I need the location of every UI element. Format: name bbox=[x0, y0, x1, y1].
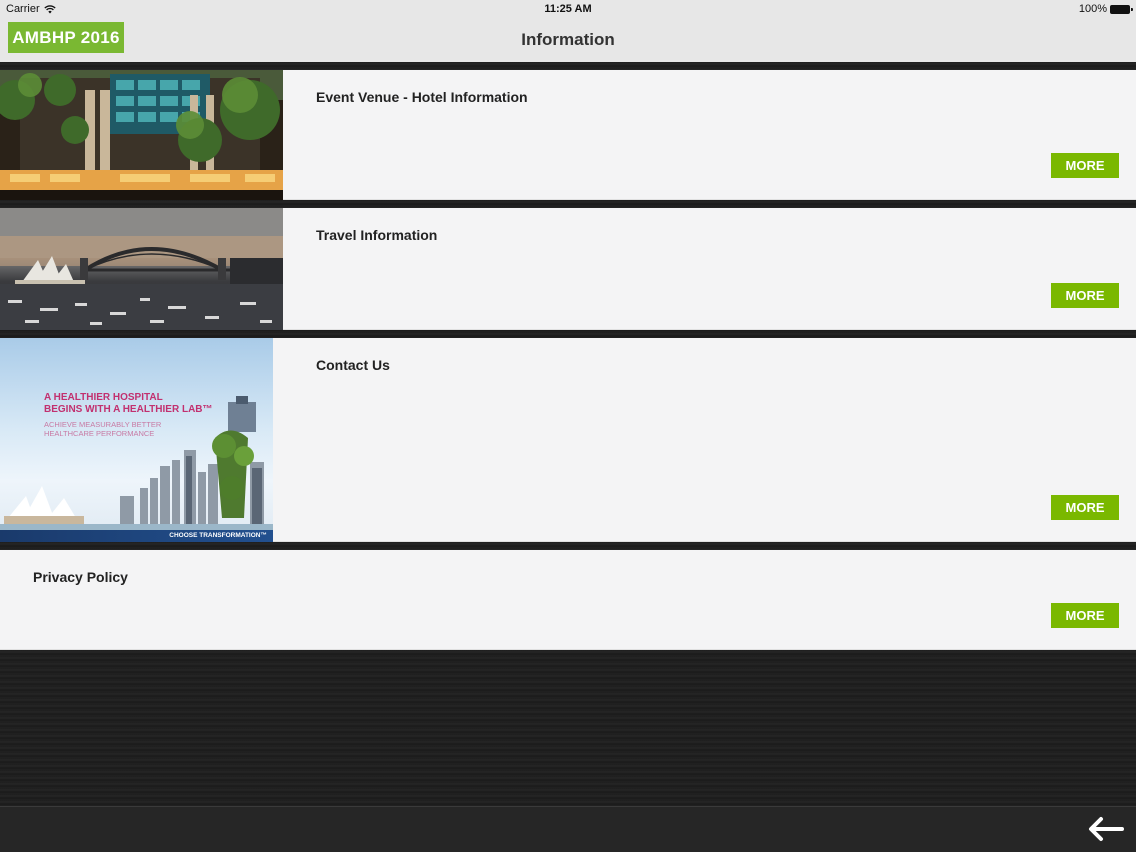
ad-footer: CHOOSE TRANSFORMATION™ bbox=[0, 530, 273, 542]
navigation-bar: AMBHP 2016 Information bbox=[0, 18, 1136, 62]
ad-sub-line: HEALTHCARE PERFORMANCE bbox=[44, 429, 155, 438]
app-logo[interactable]: AMBHP 2016 bbox=[8, 22, 124, 53]
more-button[interactable]: MORE bbox=[1051, 283, 1119, 308]
ad-headline-line: A HEALTHIER HOSPITAL bbox=[44, 392, 163, 403]
ad-headline-line: BEGINS WITH A HEALTHIER LAB™ bbox=[44, 404, 213, 415]
harbour-image bbox=[0, 208, 283, 330]
advertisement-image: A HEALTHIER HOSPITAL BEGINS WITH A HEALT… bbox=[0, 338, 273, 542]
wifi-icon bbox=[43, 4, 56, 14]
card-title: Event Venue - Hotel Information bbox=[316, 89, 528, 105]
card-title: Travel Information bbox=[316, 227, 438, 243]
back-arrow-icon[interactable] bbox=[1084, 815, 1126, 845]
ad-subheadline: ACHIEVE MEASURABLY BETTER HEALTHCARE PER… bbox=[44, 420, 161, 438]
ad-sub-line: ACHIEVE MEASURABLY BETTER bbox=[44, 420, 162, 429]
list-item-contact-us[interactable]: A HEALTHIER HOSPITAL BEGINS WITH A HEALT… bbox=[0, 338, 1136, 542]
page-title: Information bbox=[521, 30, 615, 49]
more-button[interactable]: MORE bbox=[1051, 603, 1119, 628]
clock: 11:25 AM bbox=[544, 3, 592, 15]
status-bar: Carrier 11:25 AM 100% bbox=[0, 0, 1136, 18]
information-list[interactable]: Event Venue - Hotel Information MORE Tra… bbox=[0, 62, 1136, 806]
list-item-privacy-policy[interactable]: Privacy Policy MORE bbox=[0, 550, 1136, 650]
more-button[interactable]: MORE bbox=[1051, 495, 1119, 520]
carrier-label: Carrier bbox=[6, 3, 40, 15]
list-item-event-venue[interactable]: Event Venue - Hotel Information MORE bbox=[0, 70, 1136, 200]
more-button[interactable]: MORE bbox=[1051, 153, 1119, 178]
ad-headline: A HEALTHIER HOSPITAL BEGINS WITH A HEALT… bbox=[44, 392, 213, 416]
battery-icon bbox=[1110, 4, 1133, 14]
battery-indicator: 100% bbox=[1078, 3, 1133, 15]
carrier-indicator: Carrier bbox=[6, 3, 56, 15]
battery-percent: 100% bbox=[1078, 3, 1107, 15]
list-item-travel-information[interactable]: Travel Information MORE bbox=[0, 208, 1136, 330]
hotel-image bbox=[0, 70, 283, 200]
card-title: Contact Us bbox=[316, 357, 390, 373]
card-title: Privacy Policy bbox=[33, 569, 128, 585]
bottom-toolbar bbox=[0, 806, 1136, 852]
